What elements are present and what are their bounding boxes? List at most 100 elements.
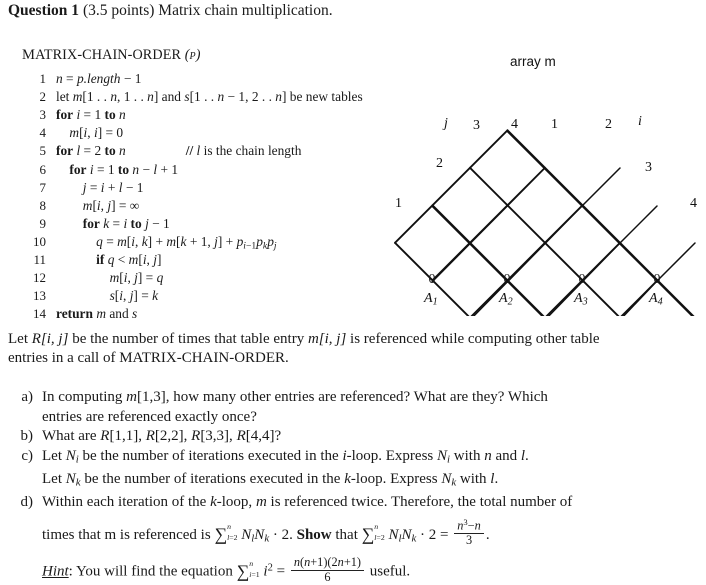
matrix-label-A4: A4 xyxy=(649,291,663,308)
intro-m-term: m[i, j] xyxy=(307,331,347,347)
line-number: 11 xyxy=(33,252,46,268)
procedure-name-rest3: RDER xyxy=(142,47,182,63)
fraction-sum-of-squares: n(n+1)(2n+1) 6 xyxy=(290,555,364,585)
tick-left-4: 4 xyxy=(511,117,518,132)
code-line-9: 9 for k = i to j − 1 xyxy=(22,215,382,233)
diagram-caption: array m xyxy=(510,54,556,69)
procedure-name-dash: -C xyxy=(77,47,92,63)
line-number: 13 xyxy=(33,288,46,304)
fraction-n3-minus-n-over-3: n3−n 3 xyxy=(454,517,484,548)
grid-nesw-a xyxy=(506,129,695,316)
axis-label-j: j xyxy=(444,116,448,131)
subquestion-c-text: Let Ni be the number of iterations execu… xyxy=(42,447,529,489)
tick-right-2: 2 xyxy=(605,117,612,132)
cell-value-0-2: 0 xyxy=(578,272,586,287)
tick-right-3: 3 xyxy=(645,160,652,175)
procedure-name-dash2: -O xyxy=(127,47,143,63)
hint-label: Hint xyxy=(42,563,69,580)
line-number: 2 xyxy=(39,89,47,105)
code-line-6: 6 for i = 1 to n − l + 1 xyxy=(22,161,382,179)
line-number: 7 xyxy=(39,179,47,195)
line-code: m[i, j] = q xyxy=(109,270,164,286)
grid-edge xyxy=(507,131,697,282)
line-code: j = i + l − 1 xyxy=(82,179,144,195)
subquestion-a-text: In computing m[1,3], how many other entr… xyxy=(42,389,548,425)
intro-text-c: is referenced while computing other tabl… xyxy=(346,331,600,347)
subquestion-d-text: Within each iteration of the k-loop, m i… xyxy=(42,494,573,585)
line-number: 6 xyxy=(39,161,47,177)
code-line-3: 3 for i = 1 to n xyxy=(22,106,382,124)
line-code: if q < m[i, j] xyxy=(96,252,162,268)
procedure-heading: MATRIX-CHAIN-ORDER (p) xyxy=(22,46,382,64)
question-points: (3.5 points) xyxy=(82,2,155,19)
cell-value-0-0: 0 xyxy=(428,272,436,287)
line-code: return m and s xyxy=(56,306,138,322)
procedure-arg: (p) xyxy=(184,47,201,63)
diamond-grid-clean xyxy=(360,130,696,316)
tick-right-1: 1 xyxy=(551,117,558,132)
line-number: 14 xyxy=(33,306,46,322)
code-line-12: 12 m[i, j] = q xyxy=(22,269,382,287)
line-number: 4 xyxy=(39,125,47,141)
line-code: let m[1 . . n, 1 . . n] and s[1 . . n − … xyxy=(56,89,363,105)
subquestion-c: c) Let Ni be the number of iterations ex… xyxy=(8,447,698,494)
procedure-name-rest: ATRIX xyxy=(35,47,78,63)
line-number: 8 xyxy=(39,197,47,213)
subquestion-d-marker: d) xyxy=(20,494,34,511)
question-label: Question 1 xyxy=(8,2,80,19)
tick-left-3: 3 xyxy=(473,118,480,133)
pseudocode-block: MATRIX-CHAIN-ORDER (p) 1 n = p.length − … xyxy=(22,46,382,323)
hint-text: : You will find the equation xyxy=(68,563,233,580)
code-line-1: 1 n = p.length − 1 xyxy=(22,70,382,88)
axis-label-i: i xyxy=(638,114,642,129)
question-topic: Matrix chain multiplication. xyxy=(158,2,333,19)
line-number: 9 xyxy=(39,215,47,231)
line-code: for i = 1 to n − l + 1 xyxy=(69,161,179,177)
code-line-5: 5 for l = 2 to n // l is the chain lengt… xyxy=(22,142,382,160)
hint-tail: useful. xyxy=(369,563,411,580)
intro-text-b: be the number of times that table entry xyxy=(68,331,308,347)
sigma-limits-1: n l=2 xyxy=(227,522,238,542)
cell-value-0-3: 0 xyxy=(653,272,661,287)
grid-line-sw-0 xyxy=(360,131,507,316)
matrix-label-A2: A2 xyxy=(499,291,513,308)
intro-paragraph: Let R[i, j] be the number of times that … xyxy=(8,330,694,368)
matrix-label-A1: A1 xyxy=(424,291,438,308)
line-code: for i = 1 to n xyxy=(56,107,126,123)
code-line-8: 8 m[i, j] = ∞ xyxy=(22,197,382,215)
line-number: 12 xyxy=(33,270,46,286)
sigma-limits-2: n l=2 xyxy=(374,522,385,542)
line-code: s[i, j] = k xyxy=(109,288,159,304)
line-code: m[i, i] = 0 xyxy=(69,125,124,141)
subquestion-c-marker: c) xyxy=(21,447,33,464)
subquestion-b: b) What are R[1,1], R[2,2], R[3,3], R[4,… xyxy=(8,427,698,447)
tick-left-2: 2 xyxy=(436,156,443,171)
subquestion-a: a) In computing m[1,3], how many other e… xyxy=(8,388,698,427)
line-number: 10 xyxy=(33,233,46,249)
code-line-14: 14 return m and s xyxy=(22,305,382,323)
subquestion-a-marker: a) xyxy=(21,389,33,405)
code-line-4: 4 m[i, i] = 0 xyxy=(22,124,382,142)
grid-outer-rightx xyxy=(507,131,696,281)
code-line-2: 2 let m[1 . . n, 1 . . n] and s[1 . . n … xyxy=(22,88,382,106)
subquestion-list: a) In computing m[1,3], how many other e… xyxy=(8,388,698,585)
intro-text-line2: entries in a call of MATRIX-CHAIN-ORDER. xyxy=(8,350,289,366)
line-comment: // l is the chain length xyxy=(185,143,302,159)
sigma-symbol-1: ∑ xyxy=(214,524,228,545)
cell-value-0-1: 0 xyxy=(503,272,511,287)
intro-R-term: R[i, j] xyxy=(31,331,69,347)
tick-right-4: 4 xyxy=(690,196,697,211)
subquestion-d: d) Within each iteration of the k-loop, … xyxy=(8,493,698,584)
sigma-symbol-3: ∑ xyxy=(236,561,250,582)
page-title: Question 1 (3.5 points) Matrix chain mul… xyxy=(8,2,333,20)
tick-left-1: 1 xyxy=(395,196,402,211)
procedure-name-rest2: HAIN xyxy=(91,47,128,63)
matrix-chain-table-diagram: array m 4 3 2 1 1 2 3 4 j i 0 0 0 0 A1 A… xyxy=(360,48,706,316)
worksheet-page: Question 1 (3.5 points) Matrix chain mul… xyxy=(0,0,706,584)
grid-diagonal-nul xyxy=(545,168,697,243)
line-code: for k = i to j − 1 xyxy=(82,215,170,231)
line-number: 3 xyxy=(39,107,47,123)
code-line-13: 13 s[i, j] = k xyxy=(22,287,382,305)
line-code: for l = 2 to n xyxy=(56,143,126,159)
code-line-7: 7 j = i + l − 1 xyxy=(22,179,382,197)
